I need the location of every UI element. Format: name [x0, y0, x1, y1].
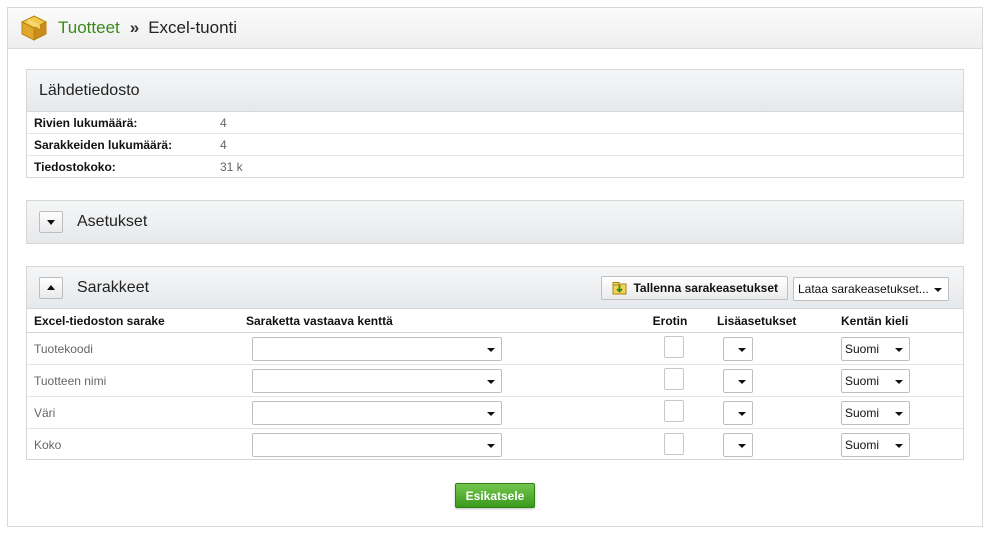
language-select[interactable]: Suomi: [841, 433, 910, 457]
columns-header: Sarakkeet Tallenna sarakeasetukset Lataa…: [27, 267, 963, 309]
chevron-down-icon: [895, 379, 903, 384]
excel-column-name: Väri: [34, 405, 56, 420]
field-select[interactable]: [252, 368, 502, 393]
chevron-down-icon: [487, 379, 495, 384]
chevron-down-icon: [895, 347, 903, 352]
table-row: Tuotekoodi Suomi: [27, 333, 963, 365]
language-select[interactable]: Suomi: [841, 400, 910, 425]
table-row: Koko Suomi: [27, 429, 963, 461]
chevron-down-icon: [895, 411, 903, 416]
column-count-label: Sarakkeiden lukumäärä:: [34, 137, 173, 152]
info-row: Rivien lukumäärä: 4: [27, 112, 963, 134]
source-file-title: Lähdetiedosto: [39, 81, 140, 99]
chevron-up-icon: [47, 285, 55, 290]
separator-input[interactable]: [664, 400, 684, 422]
info-row: Tiedostokoko: 31 k: [27, 156, 963, 178]
page-frame: Tuotteet » Excel-tuonti Lähdetiedosto Ri…: [7, 7, 983, 527]
breadcrumb-products-link[interactable]: Tuotteet: [58, 18, 120, 38]
source-file-panel: Lähdetiedosto Rivien lukumäärä: 4 Sarakk…: [26, 69, 964, 178]
page-title: Excel-tuonti: [148, 18, 238, 37]
settings-title: Asetukset: [77, 213, 148, 230]
header-field-language: Kentän kieli: [841, 313, 909, 328]
columns-title: Sarakkeet: [77, 278, 150, 296]
field-select[interactable]: [252, 400, 502, 425]
file-size-value: 31 k: [220, 160, 243, 174]
page-header: Tuotteet » Excel-tuonti: [8, 8, 982, 49]
language-value: Suomi: [845, 341, 880, 356]
extra-settings-select[interactable]: [723, 400, 753, 425]
chevron-down-icon: [487, 347, 495, 352]
row-count-value: 4: [220, 115, 227, 130]
language-select[interactable]: Suomi: [841, 368, 910, 393]
table-row: Tuotteen nimi Suomi: [27, 365, 963, 397]
chevron-down-icon: [487, 411, 495, 416]
extra-settings-select[interactable]: [723, 368, 753, 393]
chevron-down-icon: [487, 444, 495, 448]
header-field: Saraketta vastaava kenttä: [246, 313, 393, 328]
separator-input[interactable]: [664, 368, 684, 390]
product-box-icon: [20, 15, 48, 41]
excel-column-name: Tuotekoodi: [34, 341, 93, 356]
chevron-down-icon: [738, 411, 746, 416]
excel-column-name: Tuotteen nimi: [34, 373, 107, 388]
chevron-down-icon: [738, 444, 746, 448]
file-size-label: Tiedostokoko:: [34, 160, 116, 174]
settings-panel: Asetukset: [26, 200, 964, 244]
breadcrumb-separator: »: [129, 18, 140, 37]
row-count-label: Rivien lukumäärä:: [34, 115, 138, 130]
save-column-settings-button[interactable]: Tallenna sarakeasetukset: [601, 276, 788, 300]
chevron-down-icon: [934, 288, 942, 292]
chevron-down-icon: [895, 444, 903, 448]
header-excel-column: Excel-tiedoston sarake: [34, 313, 165, 328]
extra-settings-select[interactable]: [723, 433, 753, 457]
extra-settings-select[interactable]: [723, 336, 753, 361]
settings-header: Asetukset: [27, 201, 963, 243]
save-folder-icon: [612, 282, 627, 295]
language-value: Suomi: [845, 373, 880, 388]
load-column-settings-label: Lataa sarakeasetukset...: [798, 282, 929, 296]
info-row: Sarakkeiden lukumäärä: 4: [27, 134, 963, 156]
source-file-header: Lähdetiedosto: [27, 70, 963, 112]
separator-input[interactable]: [664, 336, 684, 358]
separator-input[interactable]: [664, 432, 684, 455]
chevron-down-icon: [738, 347, 746, 352]
save-column-settings-label: Tallenna sarakeasetukset: [633, 281, 778, 295]
chevron-down-icon: [47, 219, 55, 225]
columns-table-header: Excel-tiedoston sarake Saraketta vastaav…: [27, 309, 963, 333]
column-count-value: 4: [220, 137, 227, 152]
language-value: Suomi: [845, 438, 880, 452]
columns-panel: Sarakkeet Tallenna sarakeasetukset Lataa…: [26, 266, 964, 460]
load-column-settings-select[interactable]: Lataa sarakeasetukset...: [793, 277, 949, 301]
preview-button[interactable]: Esikatsele: [455, 483, 535, 508]
columns-collapse-button[interactable]: [39, 276, 63, 299]
table-row: Väri Suomi: [27, 397, 963, 429]
chevron-down-icon: [738, 379, 746, 384]
header-extra-settings: Lisäasetukset: [717, 313, 797, 328]
excel-column-name: Koko: [34, 438, 62, 452]
field-select[interactable]: [252, 433, 502, 457]
settings-expand-button[interactable]: [39, 211, 63, 233]
field-select[interactable]: [252, 336, 502, 361]
language-select[interactable]: Suomi: [841, 336, 910, 361]
language-value: Suomi: [845, 405, 880, 420]
header-separator: Erotin: [652, 313, 688, 328]
